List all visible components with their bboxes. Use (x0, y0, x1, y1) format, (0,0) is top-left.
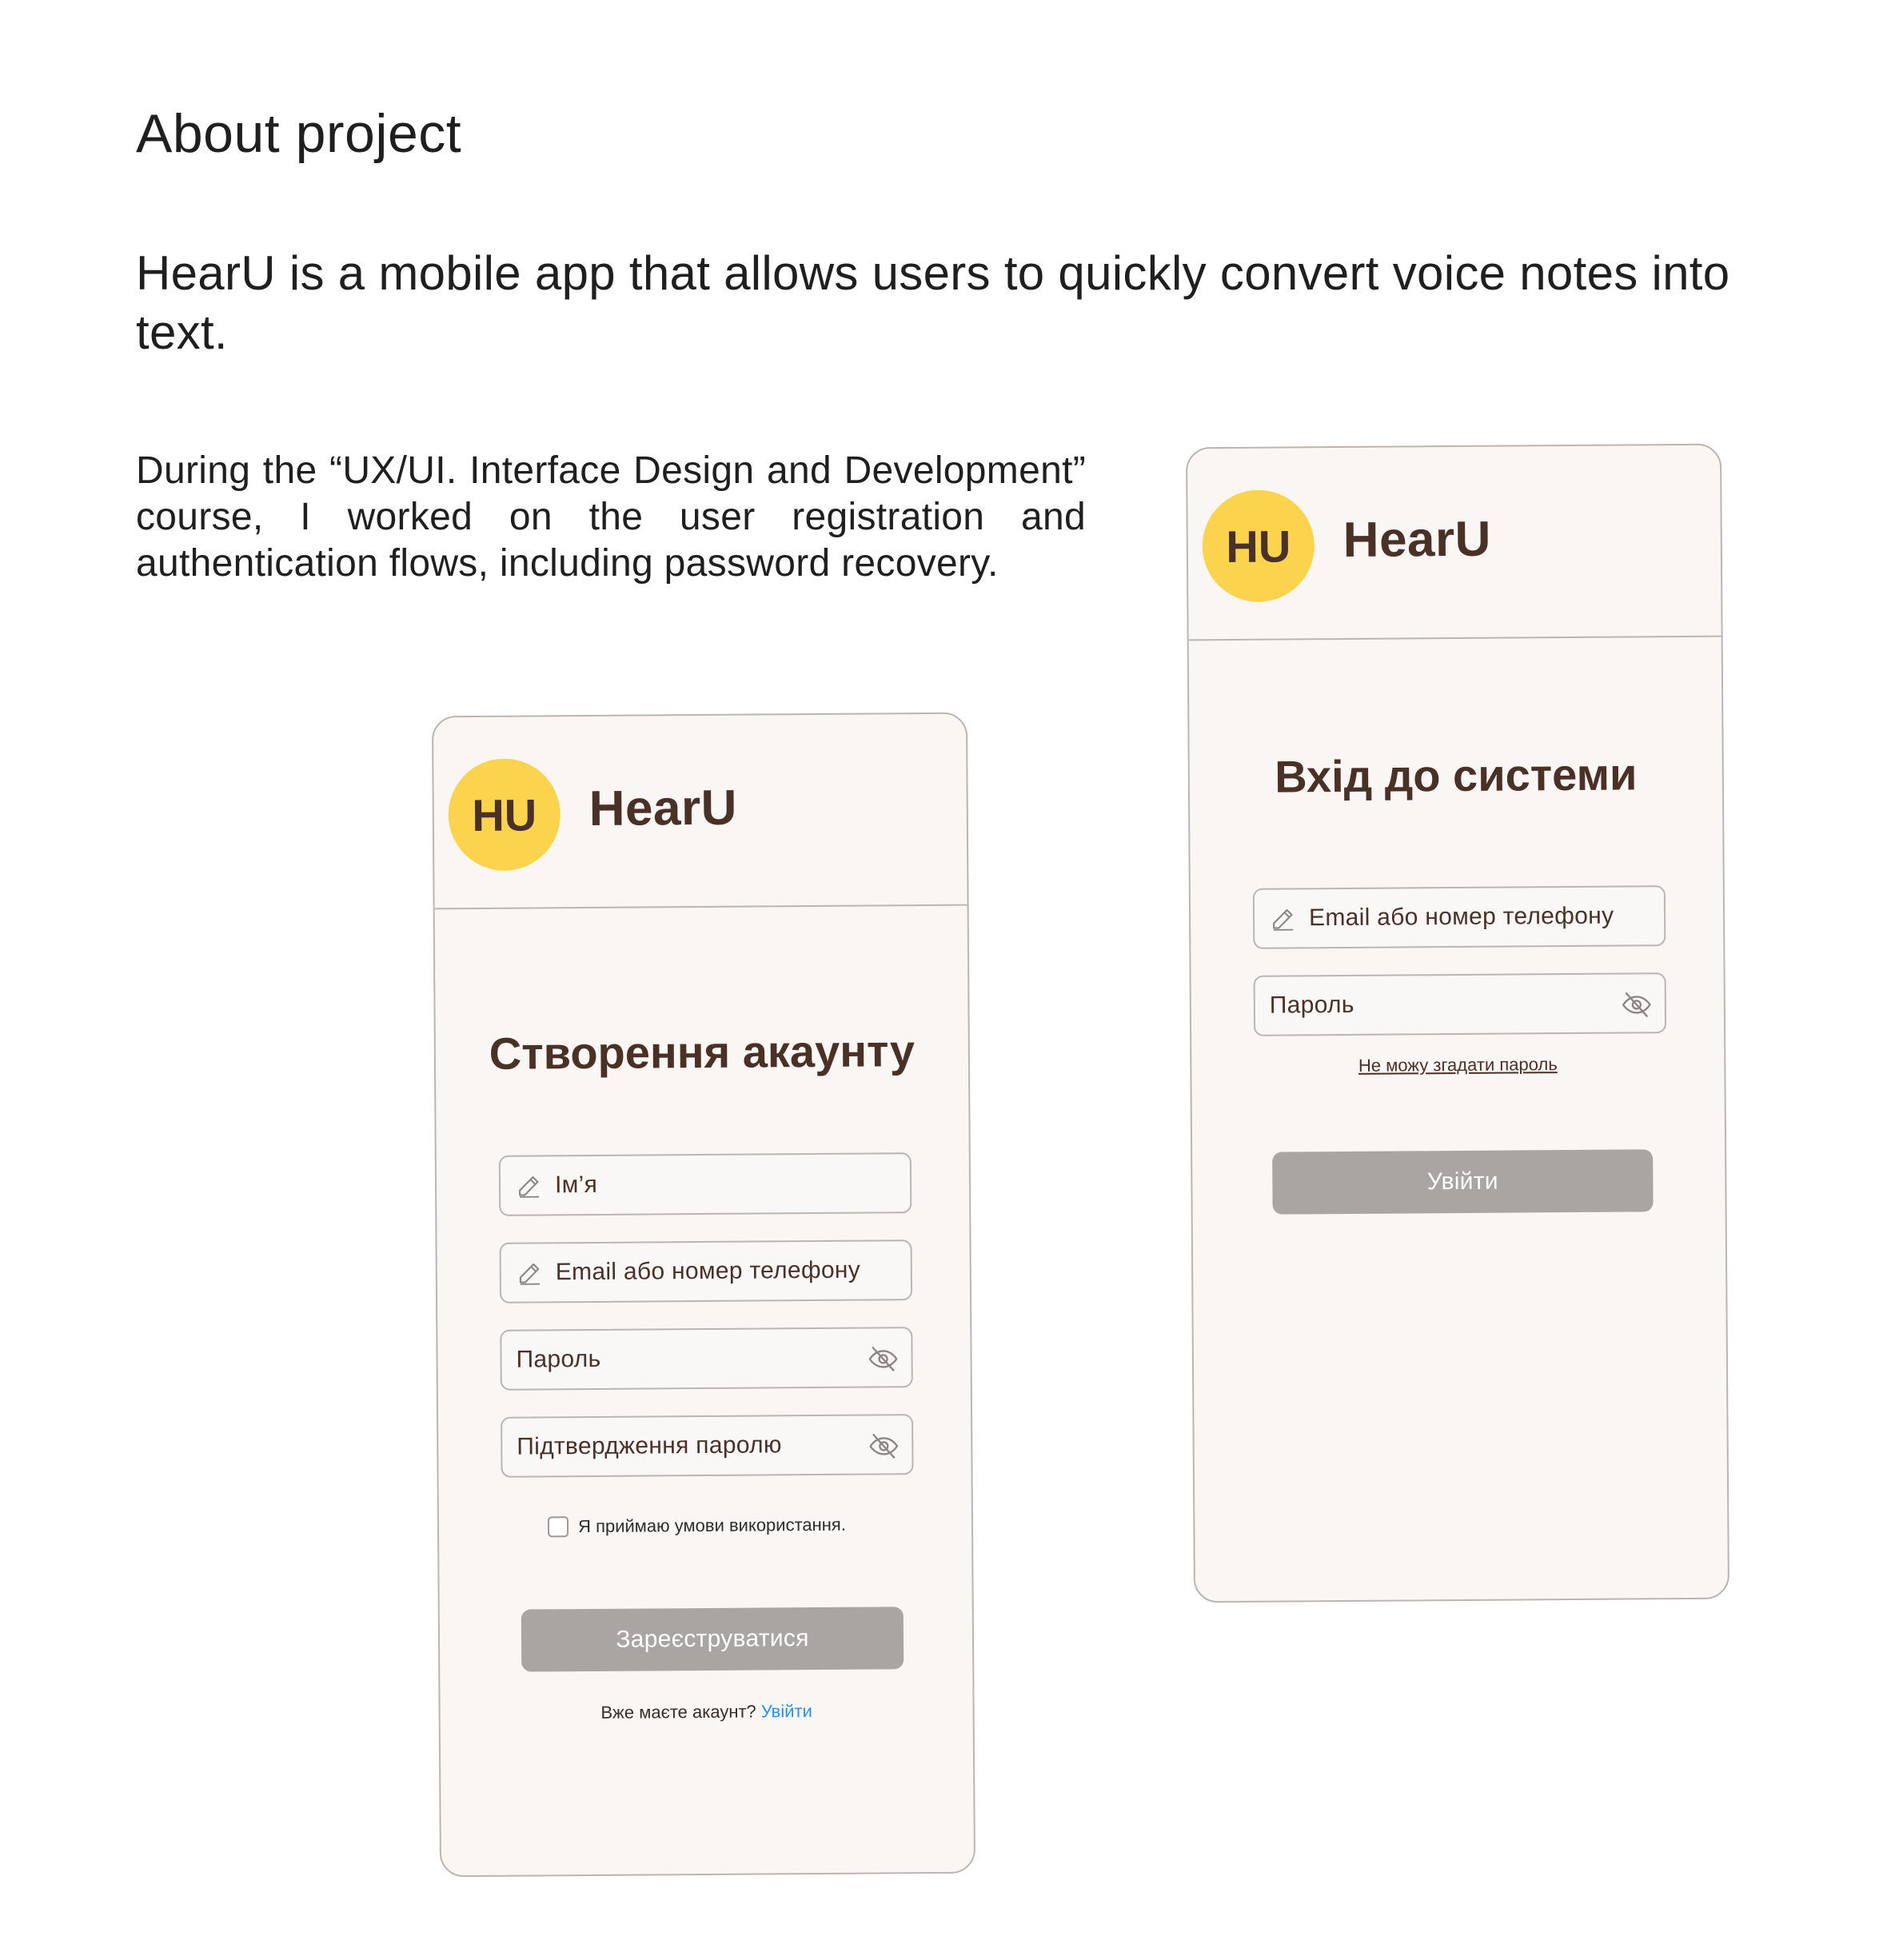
app-name: HearU (1342, 511, 1492, 568)
app-header: HU HearU (1187, 445, 1721, 641)
project-description: During the “UX/UI. Interface Design and … (136, 449, 1086, 585)
password-field[interactable]: Пароль (500, 1327, 913, 1391)
name-field[interactable]: Ім’я (498, 1152, 912, 1216)
email-placeholder: Email або номер телефону (555, 1256, 861, 1286)
logo-initials: HU (472, 788, 537, 840)
password-placeholder: Пароль (516, 1345, 601, 1373)
page-title: Створення акаунту (489, 1025, 916, 1079)
pencil-icon (1273, 908, 1294, 931)
register-screen-mockup: HU HearU Створення акаунту Ім’я Email аб… (431, 712, 976, 1878)
section-title: About project (136, 103, 462, 164)
password-placeholder: Пароль (1269, 991, 1354, 1019)
eye-off-icon[interactable] (866, 1343, 900, 1375)
confirm-password-field[interactable]: Підтвердження паролю (501, 1414, 914, 1478)
pencil-icon (519, 1176, 540, 1198)
project-lead: HearU is a mobile app that allows users … (136, 246, 1730, 359)
logo-initials: HU (1226, 520, 1291, 572)
confirm-password-placeholder: Підтвердження паролю (517, 1431, 782, 1460)
have-account-text: Вже маєте акаунт? (600, 1701, 756, 1722)
page-title: Вхід до системи (1274, 748, 1638, 802)
login-link[interactable]: Увійти (761, 1701, 812, 1721)
password-field[interactable]: Пароль (1253, 972, 1667, 1036)
email-placeholder: Email або номер телефону (1308, 902, 1614, 932)
terms-checkbox[interactable] (547, 1516, 569, 1538)
login-screen-mockup: HU HearU Вхід до системи Email або номер… (1185, 443, 1730, 1603)
name-placeholder: Ім’я (554, 1171, 598, 1199)
logo: HU (448, 758, 561, 872)
app-header: HU HearU (433, 713, 967, 910)
register-button[interactable]: Зареєструватися (521, 1607, 904, 1672)
eye-off-icon[interactable] (1620, 988, 1654, 1020)
eye-off-icon[interactable] (867, 1430, 900, 1462)
terms-label: Я приймаю умови використання. (577, 1514, 847, 1537)
login-prompt: Вже маєте акаунт? Увійти (441, 1700, 973, 1725)
pencil-icon (519, 1263, 540, 1285)
email-field[interactable]: Email або номер телефону (1252, 885, 1666, 949)
forgot-password-link[interactable]: Не можу згадати пароль (1191, 1053, 1724, 1078)
login-button[interactable]: Увійти (1272, 1149, 1654, 1215)
logo: HU (1202, 489, 1315, 603)
terms-row[interactable]: Я приймаю умови використання. (547, 1514, 847, 1538)
email-field[interactable]: Email або номер телефону (499, 1239, 913, 1303)
app-name: HearU (588, 780, 738, 836)
